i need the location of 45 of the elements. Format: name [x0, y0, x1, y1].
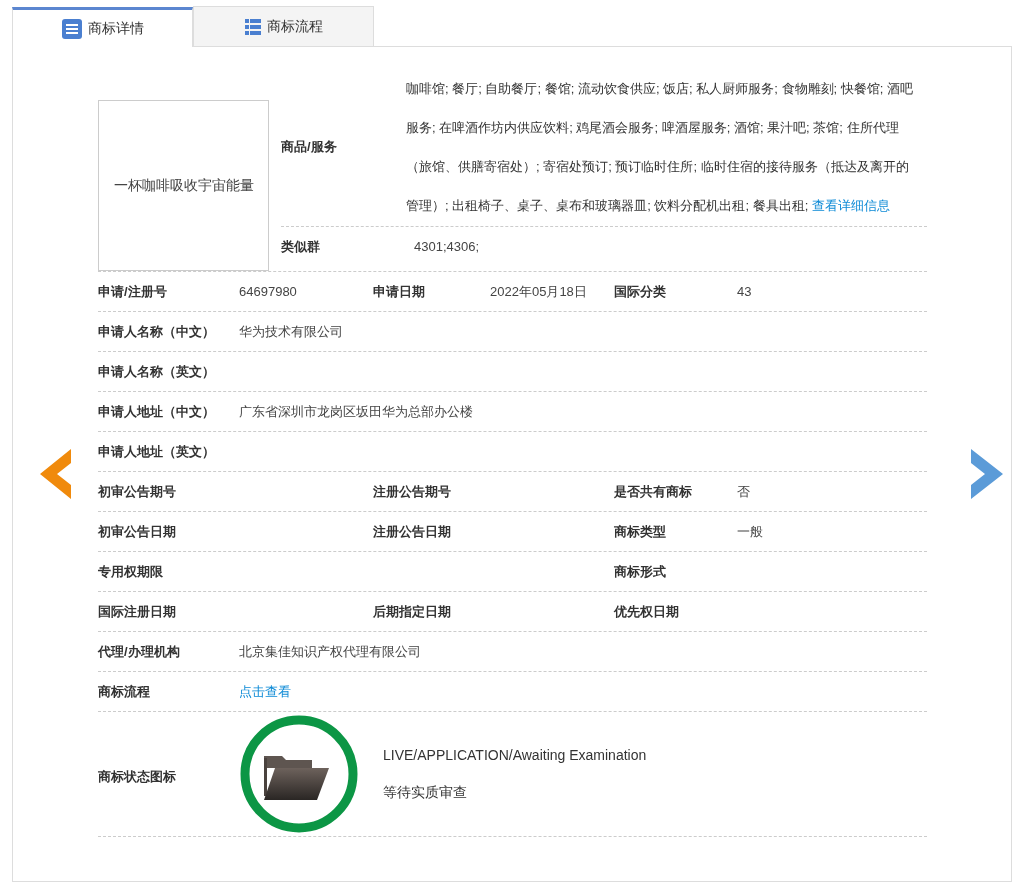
- field-label: 商标状态图标: [98, 768, 177, 787]
- details-link[interactable]: 查看详细信息: [811, 198, 890, 213]
- folder-status-icon: [239, 714, 359, 834]
- next-arrow-icon[interactable]: [971, 449, 1003, 499]
- field-label: 是否共有商标: [614, 482, 693, 501]
- field-value: 4301;4306;: [414, 237, 480, 256]
- field-label: 初审公告日期: [98, 522, 177, 541]
- tab[interactable]: 商标详情: [12, 7, 193, 47]
- list-icon: [61, 18, 82, 39]
- field-label: 代理/办理机构: [98, 642, 181, 661]
- field-label: 申请人地址（英文）: [98, 442, 216, 461]
- tab[interactable]: 商标流程: [193, 6, 374, 46]
- field-label: 注册公告期号: [373, 482, 452, 501]
- field-value: 华为技术有限公司: [239, 323, 343, 339]
- field-label: 初审公告期号: [98, 482, 177, 501]
- field-label: 国际注册日期: [98, 602, 177, 621]
- field-label: 注册公告日期: [373, 522, 452, 541]
- field-value: 广东省深圳市龙岗区坂田华为总部办公楼: [239, 403, 473, 419]
- field-label: 申请人名称（中文）: [98, 322, 216, 341]
- field-label: 后期指定日期: [373, 602, 452, 621]
- field-label: 申请/注册号: [98, 282, 168, 301]
- grid-icon: [244, 18, 261, 35]
- field-value: 一般: [737, 523, 763, 539]
- field-value: 64697980: [239, 283, 297, 299]
- flow-link[interactable]: 点击查看: [239, 683, 291, 699]
- status-text: 等待实质审查: [383, 783, 468, 802]
- field-label: 申请人名称（英文）: [98, 362, 216, 381]
- trademark-image: 一杯咖啡吸收宇宙能量: [98, 100, 269, 271]
- field-value: 北京集佳知识产权代理有限公司: [239, 643, 421, 659]
- goods-services-text: 咖啡馆; 餐厅; 自助餐厅; 餐馆; 流动饮食供应; 饭店; 私人厨师服务; 食物雕刻; 快餐馆; 酒吧服务; 在啤酒作坊内供应饮料; 鸡尾酒会服务; 啤酒屋服务; 酒馆; 果汁吧; 茶馆; 住所代理（旅馆、供膳寄宿处）; 寄宿处预订; 预订临时住所; 临时住宿的接待服务（抵达及离开的管理）; 出租椅子、桌子、桌布和玻璃器皿; 饮料分配机出租; 餐具出租; 查看详细信息: [406, 80, 914, 215]
- field-label: 申请人地址（中文）: [98, 402, 216, 421]
- field-label: 专用权期限: [98, 562, 164, 581]
- previous-arrow-icon[interactable]: [40, 449, 71, 499]
- status-text: LIVE/APPLICATION/Awaiting Examination: [383, 746, 647, 765]
- field-value: 2022年05月18日: [490, 283, 587, 299]
- field-label: 申请日期: [373, 282, 426, 301]
- field-label: 商标流程: [98, 682, 151, 701]
- field-label: 类似群: [281, 237, 321, 256]
- field-label: 国际分类: [614, 282, 667, 301]
- field-value: 否: [737, 483, 750, 499]
- field-label: 优先权日期: [614, 602, 680, 621]
- field-label: 商标形式: [614, 562, 667, 581]
- field-value: 43: [737, 283, 752, 299]
- field-label: 商品/服务: [281, 138, 338, 157]
- field-label: 商标类型: [614, 522, 667, 541]
